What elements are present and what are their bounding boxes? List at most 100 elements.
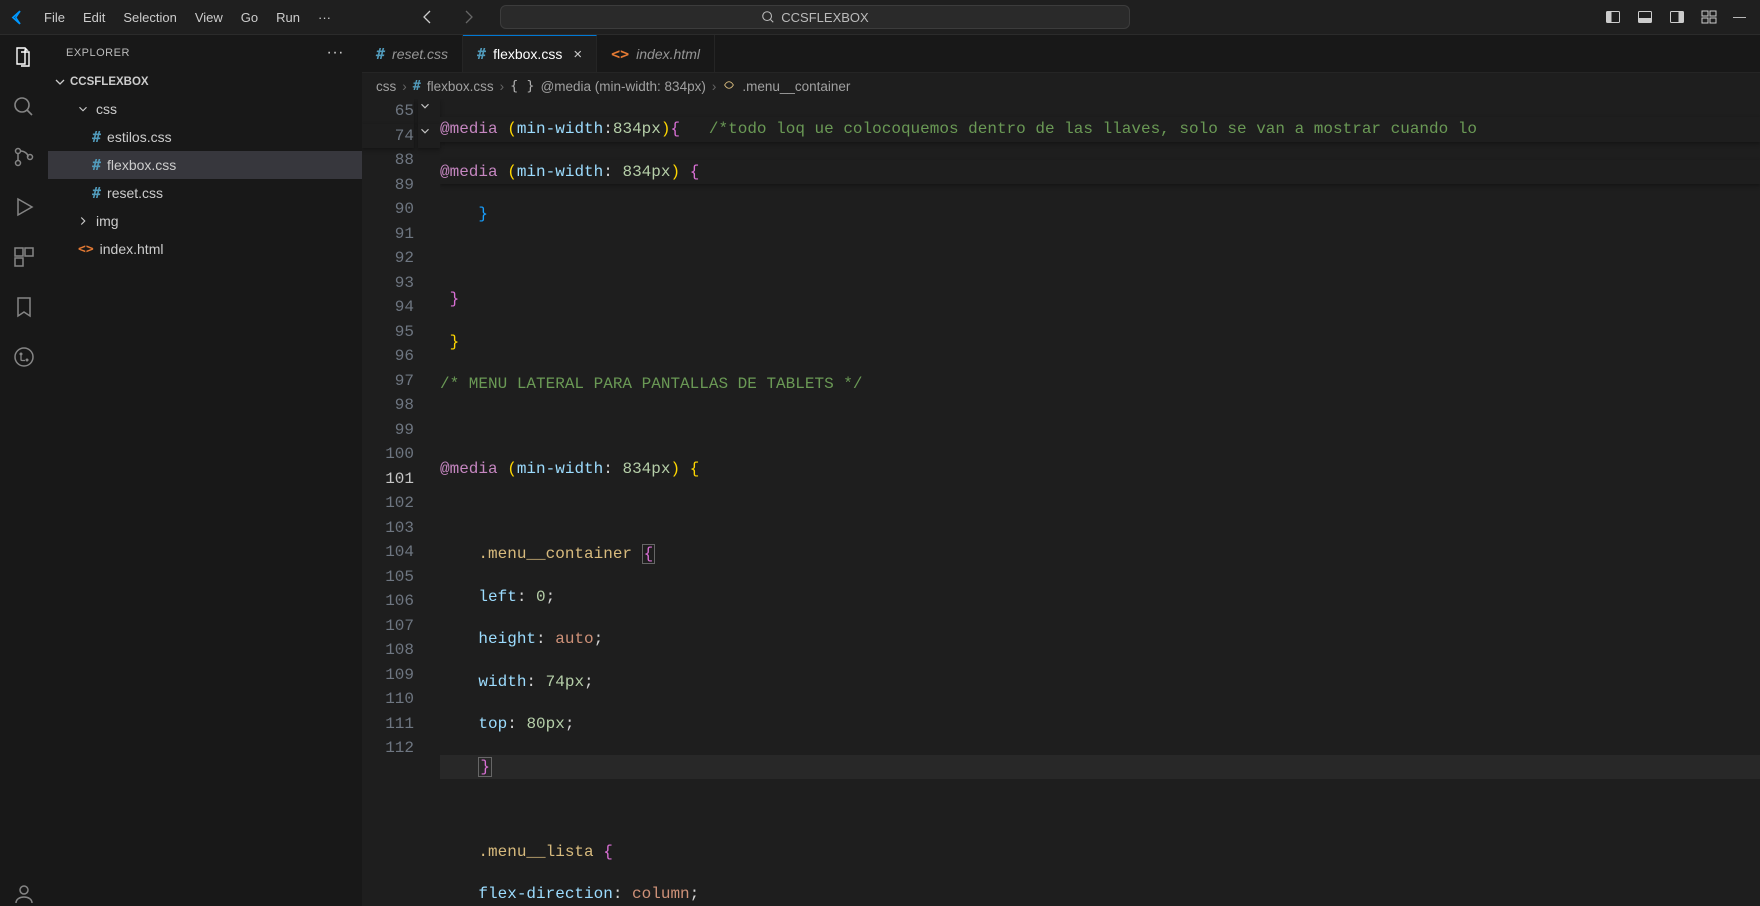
line-number: 102 [385,494,414,512]
line-number: 107 [385,617,414,635]
layout-customize-icon[interactable] [1701,9,1717,25]
editor-area: # reset.css # flexbox.css × <> index.htm… [362,35,1760,906]
css-file-icon: # [92,128,101,146]
command-center-search[interactable]: CCSFLEXBOX [500,5,1130,29]
activitybar [0,35,48,906]
tab-reset-css[interactable]: # reset.css [362,35,463,72]
line-number: 98 [395,396,414,414]
explorer-title: EXPLORER [66,47,130,59]
breadcrumb-item[interactable]: .menu__container [742,79,850,94]
line-number: 101 [385,470,414,488]
line-number: 92 [395,249,414,267]
tab-label: reset.css [392,46,448,62]
tabbar: # reset.css # flexbox.css × <> index.htm… [362,35,1760,73]
line-number: 108 [385,641,414,659]
extensions-icon[interactable] [12,245,36,269]
css-file-icon: # [413,78,421,94]
layout-sidebar-right-icon[interactable] [1669,9,1685,25]
breadcrumb-item[interactable]: @media (min-width: 834px) [541,79,706,94]
file-label: flexbox.css [107,157,176,173]
line-number: 88 [395,151,414,169]
nav-back-icon[interactable] [420,9,436,25]
more-dash-icon[interactable]: — [1733,9,1746,25]
code-editor[interactable]: 65 74 88 89 90 91 92 93 94 95 96 97 98 9… [362,99,1760,906]
folder-img[interactable]: img [48,207,362,235]
git-graph-icon[interactable] [12,345,36,369]
menu-file[interactable]: File [35,6,74,29]
file-label: index.html [100,241,164,257]
html-file-icon: <> [611,45,629,63]
line-number: 111 [385,715,414,733]
line-number: 110 [385,690,414,708]
search-icon[interactable] [12,95,36,119]
fold-chevron-icon[interactable] [418,124,440,149]
tab-index-html[interactable]: <> index.html [597,35,715,72]
menu-edit[interactable]: Edit [74,6,114,29]
css-file-icon: # [477,45,486,63]
selector-icon [722,78,736,95]
menu-selection[interactable]: Selection [114,6,185,29]
css-file-icon: # [376,45,385,63]
menu-go[interactable]: Go [232,6,267,29]
line-number: 65 [395,102,414,120]
folder-label: img [96,213,119,229]
explorer-icon[interactable] [12,45,36,69]
line-number: 93 [395,274,414,292]
line-number: 105 [385,568,414,586]
line-number: 103 [385,519,414,537]
menu-run[interactable]: Run [267,6,309,29]
line-number: 112 [385,739,414,757]
layout-panel-icon[interactable] [1637,9,1653,25]
account-icon[interactable] [12,882,36,906]
line-number: 94 [395,298,414,316]
css-file-icon: # [92,184,101,202]
line-number: 95 [395,323,414,341]
run-debug-icon[interactable] [12,195,36,219]
nav-forward-icon[interactable] [460,9,476,25]
folder-css[interactable]: css [48,95,362,123]
file-index-html[interactable]: <> index.html [48,235,362,263]
line-number: 91 [395,225,414,243]
search-text: CCSFLEXBOX [781,10,868,25]
css-file-icon: # [92,156,101,174]
layout-sidebar-left-icon[interactable] [1605,9,1621,25]
line-number: 109 [385,666,414,684]
code-content[interactable]: @media (min-width:834px){ /*todo loq ue … [440,99,1760,906]
breadcrumb-item[interactable]: css [376,79,396,94]
chevron-right-icon: › [402,79,407,94]
vscode-logo-icon [8,9,25,26]
line-number: 74 [395,127,414,145]
project-root[interactable]: CCSFLEXBOX [48,70,362,94]
menu-view[interactable]: View [186,6,232,29]
breadcrumb[interactable]: css › # flexbox.css › { } @media (min-wi… [362,73,1760,99]
file-flexbox-css[interactable]: # flexbox.css [48,151,362,179]
titlebar: File Edit Selection View Go Run ··· CCSF… [0,0,1760,35]
brace-icon: { } [510,78,534,94]
file-reset-css[interactable]: # reset.css [48,179,362,207]
tab-flexbox-css[interactable]: # flexbox.css × [463,35,597,72]
line-number: 89 [395,176,414,194]
line-number: 99 [395,421,414,439]
explorer-more-icon[interactable]: ··· [327,44,344,62]
line-number: 97 [395,372,414,390]
file-estilos-css[interactable]: # estilos.css [48,123,362,151]
line-number: 106 [385,592,414,610]
tab-label: index.html [636,46,700,62]
close-icon[interactable]: × [573,46,582,63]
project-name: CCSFLEXBOX [70,76,149,88]
bookmark-icon[interactable] [12,295,36,319]
line-number: 96 [395,347,414,365]
fold-chevron-icon[interactable] [418,99,440,124]
source-control-icon[interactable] [12,145,36,169]
breadcrumb-item[interactable]: flexbox.css [427,79,494,94]
sidebar: EXPLORER ··· CCSFLEXBOX css # estilos.cs… [48,35,362,906]
menu-more-icon[interactable]: ··· [309,6,340,29]
chevron-right-icon: › [500,79,505,94]
line-number: 90 [395,200,414,218]
file-label: reset.css [107,185,163,201]
folder-label: css [96,101,117,117]
file-label: estilos.css [107,129,172,145]
line-number: 100 [385,445,414,463]
line-number: 104 [385,543,414,561]
html-file-icon: <> [78,242,94,257]
